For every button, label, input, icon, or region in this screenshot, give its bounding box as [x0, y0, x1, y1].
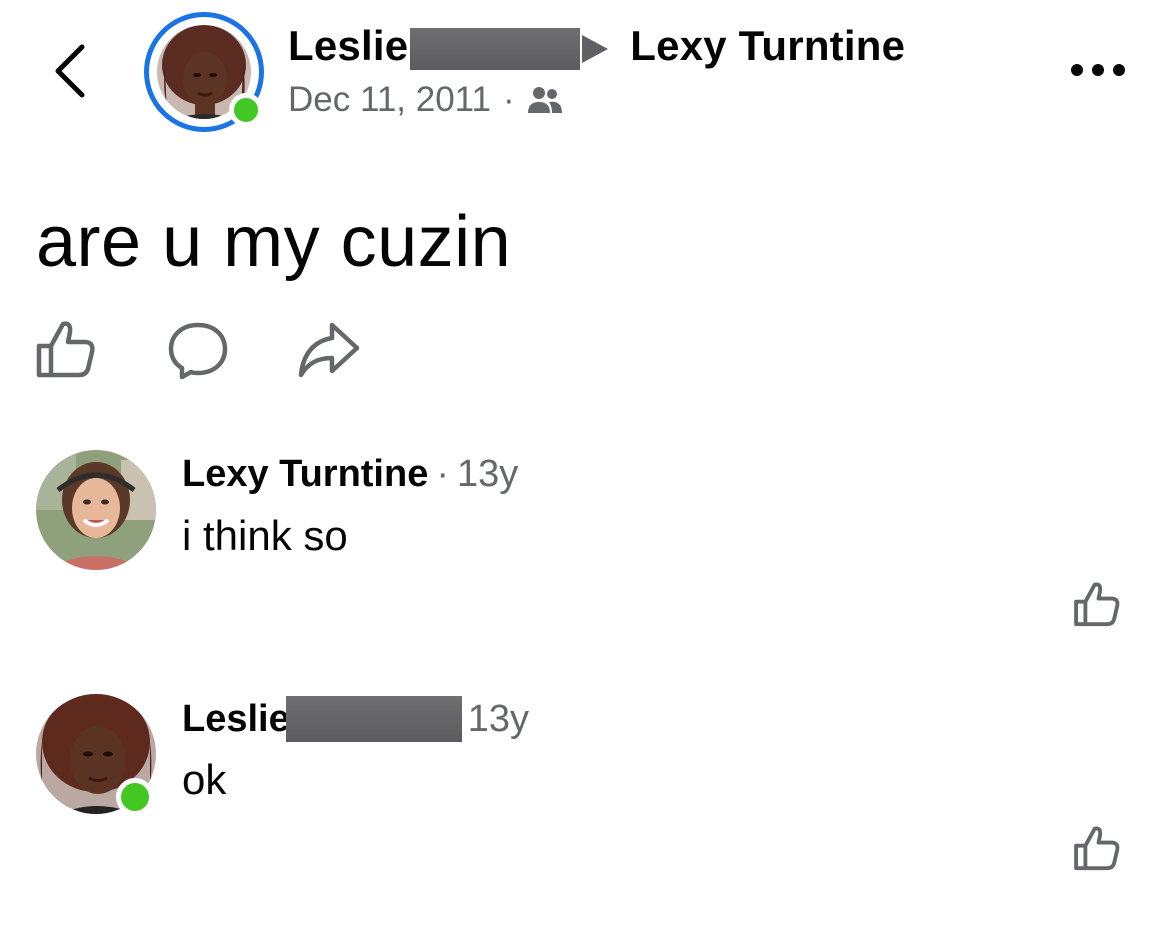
post-date[interactable]: Dec 11, 2011 — [288, 80, 491, 120]
comment-2-like-button[interactable] — [1072, 824, 1122, 877]
redacted-block — [410, 27, 581, 70]
to-arrow-icon — [582, 34, 609, 63]
comment-text: i think so — [182, 512, 348, 559]
more-options-button[interactable] — [1066, 50, 1130, 90]
online-status-dot — [229, 93, 263, 127]
like-icon — [1074, 826, 1120, 871]
post-text: are u my cuzin — [36, 202, 512, 282]
comment-author[interactable]: Leslie — [182, 697, 290, 741]
commenter-photo — [36, 450, 156, 570]
comment-text: ok — [182, 756, 227, 803]
target-name[interactable]: Lexy Turntine — [630, 22, 905, 69]
like-icon — [36, 321, 95, 378]
comment-time[interactable]: 13y — [468, 697, 529, 741]
back-button[interactable] — [44, 38, 96, 104]
friends-icon — [527, 87, 562, 113]
comment-icon — [168, 322, 228, 380]
share-icon — [298, 322, 360, 378]
post-header-names: Leslie Lexy Turntine — [288, 22, 905, 70]
meta-separator: · — [503, 80, 515, 119]
like-icon — [1074, 582, 1120, 627]
comment-1-header: Lexy Turntine · 13y — [182, 452, 518, 496]
comment-time[interactable]: 13y — [457, 452, 518, 496]
more-icon — [1071, 64, 1125, 76]
chevron-left-icon — [55, 44, 85, 98]
comment-button[interactable] — [166, 320, 230, 387]
share-button[interactable] — [296, 320, 362, 385]
comment-1-like-button[interactable] — [1072, 580, 1122, 633]
comment-separator: · — [436, 453, 449, 495]
commenter-avatar-2[interactable] — [36, 694, 156, 816]
like-button[interactable] — [34, 318, 98, 385]
post-meta: Dec 11, 2011 · — [288, 80, 563, 120]
online-status-dot — [116, 778, 154, 816]
commenter-avatar-1[interactable] — [36, 450, 156, 570]
redacted-block — [285, 696, 462, 742]
comment-2-header: Leslie 13y — [182, 696, 529, 742]
author-avatar[interactable] — [144, 12, 264, 132]
author-name[interactable]: Leslie — [288, 22, 408, 69]
comment-author[interactable]: Lexy Turntine — [182, 452, 428, 496]
